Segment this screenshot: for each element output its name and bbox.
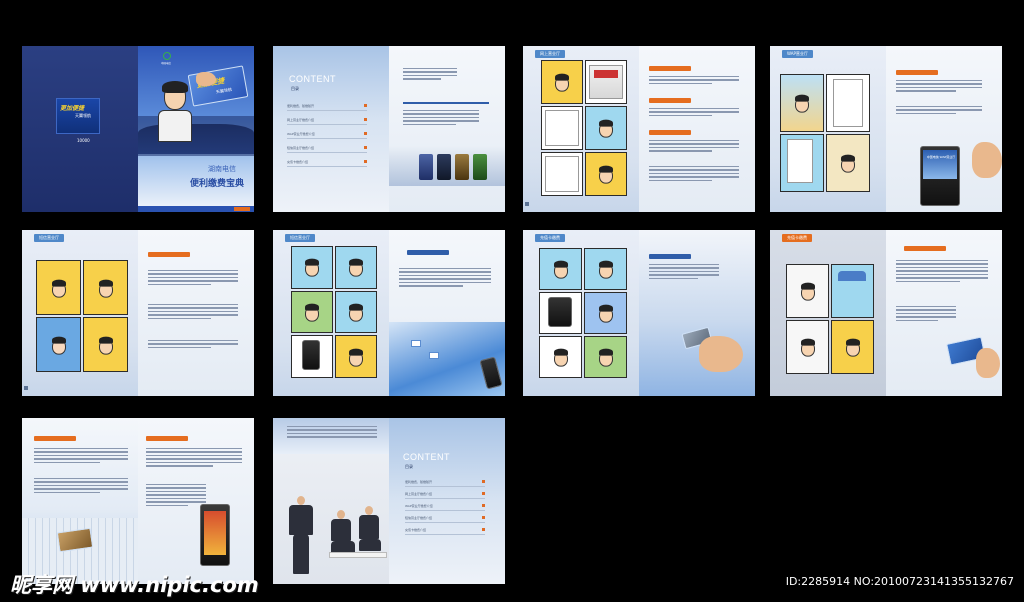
envelope-icon xyxy=(411,340,421,347)
sms2-text-page xyxy=(389,230,505,396)
comic-grid xyxy=(541,60,627,196)
watermark-site: 昵享网 www.nipic.com xyxy=(10,573,259,597)
toc-page: CONTENT 目录 便利缴费，随缴随开 网上营业厅缴费介绍 WAP营业厅缴费介… xyxy=(273,46,389,212)
spread-wap-hall: WAP营业厅 中国电信 WAP营业厅 xyxy=(770,46,1002,212)
wap-text-page: 中国电信 WAP营业厅 xyxy=(886,46,1002,212)
back-hotline: 10000 xyxy=(77,138,90,143)
recharge2-text-page xyxy=(886,230,1002,396)
toc-item-label: 短信营业厅缴费介绍 xyxy=(287,146,315,150)
toc2-page: CONTENT 目录 便利缴费，随缴随开 网上营业厅缴费介绍 WAP营业厅缴费介… xyxy=(389,418,505,584)
back-cover: 更加便捷 天翼领航 10000 xyxy=(22,46,138,212)
product-box-2 xyxy=(437,154,451,180)
toc-item-label: WAP营业厅缴费介绍 xyxy=(405,504,433,508)
intro-subhead xyxy=(403,102,489,104)
spread-recharge-1: 充值卡缴费 xyxy=(523,230,755,396)
recharge2-comic-page: 充值卡缴费 xyxy=(770,230,886,396)
sms-text-page xyxy=(138,230,254,396)
toc2-item-1[interactable]: 便利缴费，随缴随开 xyxy=(405,480,485,486)
guide-right-page xyxy=(138,418,254,584)
comic-grid xyxy=(36,260,128,372)
cover-tagline-sub: 便利缴费宝典 xyxy=(190,179,245,189)
phone-screen-text: 中国电信 WAP营业厅 xyxy=(926,155,956,159)
hand xyxy=(196,72,216,86)
product-box-3 xyxy=(455,154,469,180)
section-tab: 短信营业厅 xyxy=(34,234,64,242)
toc-item-2[interactable]: 网上营业厅缴费介绍 xyxy=(287,118,367,124)
cover-tagline-main: 湖南电信 xyxy=(208,165,236,173)
recharge-text-page xyxy=(639,230,755,396)
spread-online-hall: 网上营业厅 xyxy=(523,46,755,212)
spread-cover: 更加便捷 天翼领航 10000 中国电信 更加便捷 天翼领航 湖南电信 便利缴费… xyxy=(22,46,254,212)
watermark-id: ID:2285914 NO:20100723141355132767 xyxy=(785,575,1014,588)
comic-grid xyxy=(539,248,627,378)
intro-text xyxy=(403,68,457,82)
front-cover: 中国电信 更加便捷 天翼领航 湖南电信 便利缴费宝典 xyxy=(138,46,254,212)
section-tab: 充值卡缴费 xyxy=(782,234,812,242)
cover-footer-bar xyxy=(138,206,254,212)
toc2-item-3[interactable]: WAP营业厅缴费介绍 xyxy=(405,504,485,510)
section-tab: WAP营业厅 xyxy=(782,50,813,58)
recharge-comic-page: 充值卡缴费 xyxy=(523,230,639,396)
sms-comic-page: 短信营业厅 xyxy=(22,230,138,396)
toc2-item-4[interactable]: 短信营业厅缴费介绍 xyxy=(405,516,485,522)
wap-comic-page: WAP营业厅 xyxy=(770,46,886,212)
envelope-icon xyxy=(429,352,439,359)
online-text-page xyxy=(639,46,755,212)
brand-text: 中国电信 xyxy=(161,62,172,65)
toc-item-label: 充值卡缴费介绍 xyxy=(287,160,309,164)
back-slogan-sub: 天翼领航 xyxy=(75,113,91,118)
guide-left-page xyxy=(22,418,138,584)
toc-item-label: 网上营业厅缴费介绍 xyxy=(405,492,433,496)
spread-sms-hall-1: 短信营业厅 xyxy=(22,230,254,396)
bench xyxy=(329,552,387,558)
intro-text-2 xyxy=(403,110,479,127)
back-cover-logo-box: 更加便捷 天翼领航 xyxy=(56,98,100,134)
comic-grid xyxy=(291,246,377,378)
hand xyxy=(972,142,1002,178)
toc-item-4[interactable]: 短信营业厅缴费介绍 xyxy=(287,146,367,152)
toc-item-5[interactable]: 充值卡缴费介绍 xyxy=(287,160,367,166)
toc2-item-2[interactable]: 网上营业厅缴费介绍 xyxy=(405,492,485,498)
toc2-title-en: CONTENT xyxy=(403,452,450,462)
card-slogan-sub: 天翼领航 xyxy=(215,86,233,95)
telecom-logo: 中国电信 xyxy=(161,52,177,65)
section-tab: 短信营业厅 xyxy=(285,234,315,242)
toc2-item-5[interactable]: 充值卡缴费介绍 xyxy=(405,528,485,534)
back-slogan: 更加便捷 xyxy=(60,105,85,112)
spread-toc-2: CONTENT 目录 便利缴费，随缴随开 网上营业厅缴费介绍 WAP营业厅缴费介… xyxy=(273,418,505,584)
wap-phone: 中国电信 WAP营业厅 xyxy=(920,146,960,206)
smartphone xyxy=(200,504,230,566)
toc-item-label: 便利缴费，随缴随开 xyxy=(405,480,433,484)
comic-grid xyxy=(786,264,874,374)
toc-item-label: 网上营业厅缴费介绍 xyxy=(287,118,315,122)
spread-guide xyxy=(22,418,254,584)
toc2-title-cn: 目录 xyxy=(405,464,413,469)
toc-title-en: CONTENT xyxy=(289,74,336,84)
hand xyxy=(699,336,743,372)
section-tab: 网上营业厅 xyxy=(535,50,565,58)
hand xyxy=(976,348,1000,378)
toc-item-label: 便利缴费，随缴随开 xyxy=(287,104,315,108)
toc-item-1[interactable]: 便利缴费，随缴随开 xyxy=(287,104,367,110)
online-comic-page: 网上营业厅 xyxy=(523,46,639,212)
toc-item-label: 充值卡缴费介绍 xyxy=(405,528,427,532)
section-tab: 充值卡缴费 xyxy=(535,234,565,242)
sms2-comic-page: 短信营业厅 xyxy=(273,230,389,396)
business-photo-page xyxy=(273,418,389,584)
cover-card: 更加便捷 天翼领航 xyxy=(187,65,249,107)
toc-item-label: 短信营业厅缴费介绍 xyxy=(405,516,433,520)
toc-intro-page xyxy=(389,46,505,212)
spread-toc: CONTENT 目录 便利缴费，随缴随开 网上营业厅缴费介绍 WAP营业厅缴费介… xyxy=(273,46,505,212)
toc-item-label: WAP营业厅缴费介绍 xyxy=(287,132,315,136)
comic-grid xyxy=(780,74,870,192)
spread-sms-hall-2: 短信营业厅 xyxy=(273,230,505,396)
product-box-4 xyxy=(473,154,487,180)
product-box-1 xyxy=(419,154,433,180)
toc-title-cn: 目录 xyxy=(291,86,299,91)
toc-item-3[interactable]: WAP营业厅缴费介绍 xyxy=(287,132,367,138)
spread-recharge-2: 充值卡缴费 xyxy=(770,230,1002,396)
